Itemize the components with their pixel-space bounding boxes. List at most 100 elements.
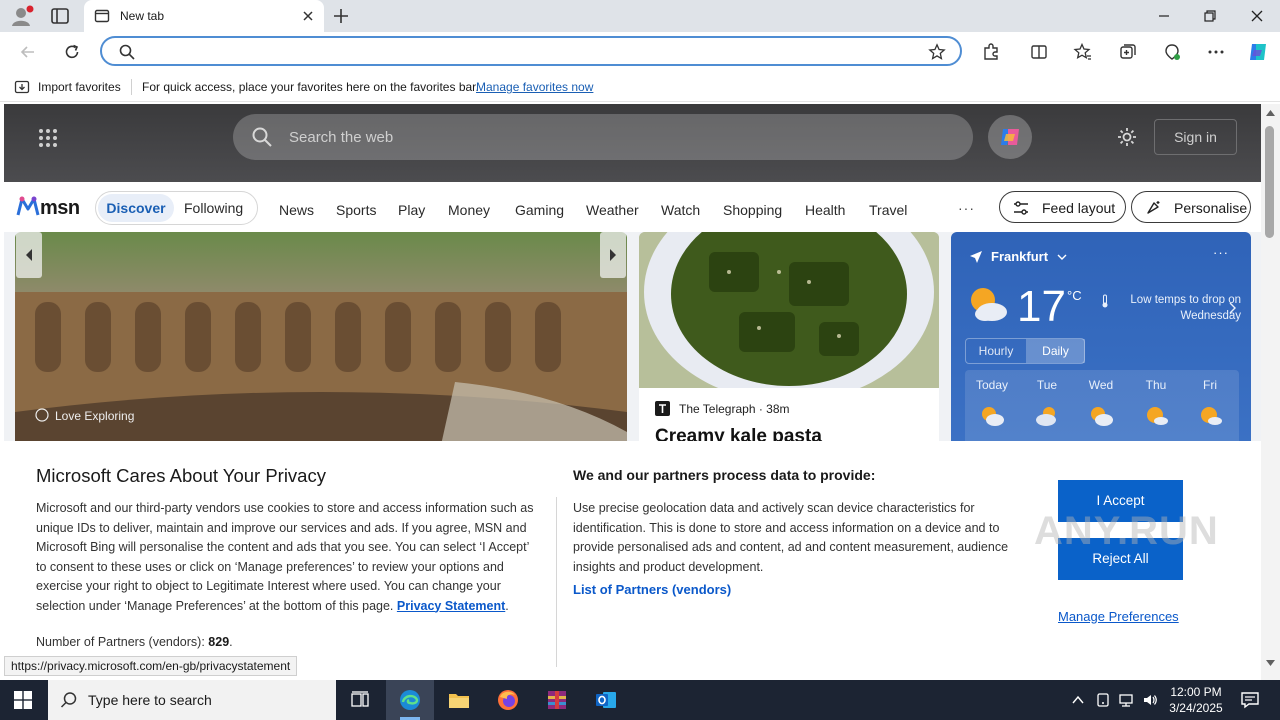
carousel-next-button[interactable]: [600, 232, 626, 278]
notification-icon[interactable]: [1240, 691, 1260, 709]
new-tab-plus-icon[interactable]: [330, 6, 352, 26]
taskbar-clock[interactable]: 12:00 PM 3/24/2025: [1164, 684, 1228, 716]
taskbar-winrar[interactable]: [533, 680, 581, 720]
food-article-card[interactable]: The Telegraph · 38m Creamy kale pasta: [639, 232, 939, 472]
address-input[interactable]: [144, 42, 924, 62]
sign-in-button[interactable]: Sign in: [1154, 119, 1237, 155]
vendors-list-link[interactable]: List of Partners (vendors): [573, 582, 731, 597]
weather-more-options[interactable]: ···: [1213, 245, 1229, 260]
weather-alert[interactable]: Low temps to drop on Wednesday: [1101, 292, 1241, 324]
chevron-right-icon[interactable]: [1227, 302, 1237, 314]
apps-grid-icon[interactable]: [38, 128, 58, 148]
collections-icon[interactable]: [1118, 42, 1138, 62]
browser-essentials-icon[interactable]: [1162, 42, 1182, 62]
chevron-down-icon[interactable]: [1057, 252, 1067, 262]
web-search-box[interactable]: Search the web: [233, 114, 973, 160]
nav-watch[interactable]: Watch: [661, 202, 700, 218]
copilot-button[interactable]: [988, 115, 1032, 159]
taskbar-file-explorer[interactable]: [435, 680, 483, 720]
back-arrow-icon[interactable]: [18, 42, 38, 62]
feed-switcher: Discover Following: [95, 191, 258, 225]
telegraph-logo-icon: [655, 401, 670, 416]
forecast-toggle: Hourly Daily: [965, 338, 1085, 364]
forecast-day-label: Thu: [1145, 378, 1167, 392]
forecast-day[interactable]: Today: [967, 378, 1017, 428]
feed-layout-button[interactable]: Feed layout: [999, 191, 1126, 223]
import-favorites-button[interactable]: Import favorites: [38, 80, 121, 94]
hero-article-card[interactable]: Love Exploring: [15, 232, 627, 472]
taskbar-firefox[interactable]: [484, 680, 532, 720]
publisher-icon: [35, 408, 49, 422]
search-icon: [60, 692, 77, 708]
minimize-icon[interactable]: [1156, 8, 1172, 24]
tab-following[interactable]: Following: [184, 200, 243, 216]
tab-daily[interactable]: Daily: [1026, 339, 1085, 363]
tab-hourly[interactable]: Hourly: [966, 339, 1026, 363]
taskbar-edge[interactable]: [386, 680, 434, 720]
forecast-day[interactable]: Fri: [1185, 378, 1235, 428]
address-bar[interactable]: [100, 36, 962, 66]
copilot-icon[interactable]: [1246, 40, 1270, 64]
personalise-label: Personalise: [1174, 200, 1248, 216]
favbar-divider: [131, 79, 132, 95]
forecast-day[interactable]: Wed: [1076, 378, 1126, 428]
nav-sports[interactable]: Sports: [336, 202, 376, 218]
tab-discover[interactable]: Discover: [98, 194, 174, 222]
nav-money[interactable]: Money: [448, 202, 490, 218]
manage-favorites-link[interactable]: Manage favorites now: [476, 80, 593, 94]
msn-nav: msn Discover Following News Sports Play …: [4, 182, 1261, 232]
tab-new-tab[interactable]: New tab: [84, 0, 324, 32]
partners-label: Number of Partners (vendors):: [36, 635, 205, 649]
hero-source: Love Exploring: [35, 408, 134, 423]
settings-more-icon[interactable]: [1206, 42, 1226, 62]
favorite-star-icon[interactable]: [928, 43, 946, 61]
forecast-day[interactable]: Tue: [1022, 378, 1072, 428]
weather-location[interactable]: Frankfurt: [991, 249, 1048, 264]
profile-avatar-icon[interactable]: [8, 4, 34, 28]
close-window-icon[interactable]: [1249, 8, 1265, 24]
nav-shopping[interactable]: Shopping: [723, 202, 782, 218]
refresh-icon[interactable]: [62, 42, 82, 62]
nav-play[interactable]: Play: [398, 202, 425, 218]
current-temperature: 17: [1017, 282, 1066, 331]
tab-actions-icon[interactable]: [50, 7, 70, 25]
manage-preferences-link[interactable]: Manage Preferences: [1058, 609, 1179, 624]
msn-logo[interactable]: msn: [16, 195, 82, 219]
privacy-statement-link[interactable]: Privacy Statement: [397, 599, 505, 613]
network-icon[interactable]: [1118, 692, 1134, 708]
split-screen-icon[interactable]: [1029, 42, 1049, 62]
favorites-icon[interactable]: [1073, 42, 1093, 62]
favorites-hint: For quick access, place your favorites h…: [142, 80, 479, 94]
nav-news[interactable]: News: [279, 202, 314, 218]
restore-icon[interactable]: [1202, 8, 1218, 24]
scroll-down-icon[interactable]: [1266, 660, 1275, 666]
gear-icon[interactable]: [1116, 126, 1138, 148]
temperature-unit[interactable]: °C: [1067, 288, 1082, 303]
nav-more[interactable]: ···: [958, 200, 975, 216]
extensions-icon[interactable]: [981, 42, 1001, 62]
data-processing-body: Use precise geolocation data and activel…: [573, 501, 1009, 574]
show-hidden-icons-chevron-icon[interactable]: [1070, 692, 1086, 708]
import-favorites-icon[interactable]: [14, 79, 30, 95]
device-icon[interactable]: [1095, 692, 1111, 708]
task-view-button[interactable]: [336, 680, 384, 720]
windows-start-icon[interactable]: [14, 691, 32, 709]
mostly-sunny-icon: [1201, 407, 1222, 425]
forecast-day[interactable]: Thu: [1131, 378, 1181, 428]
close-tab-icon[interactable]: [300, 8, 316, 24]
taskbar-search-box[interactable]: Type here to search: [48, 680, 336, 720]
copilot-logo-icon: [1001, 129, 1019, 145]
scrollbar-thumb[interactable]: [1265, 126, 1274, 238]
nav-travel[interactable]: Travel: [869, 202, 907, 218]
volume-icon[interactable]: [1142, 692, 1158, 708]
weather-card[interactable]: Frankfurt ··· 17 °C Low temps to drop on…: [951, 232, 1251, 472]
nav-gaming[interactable]: Gaming: [515, 202, 564, 218]
personalise-button[interactable]: Personalise: [1131, 191, 1251, 223]
scroll-up-icon[interactable]: [1266, 110, 1275, 116]
page-scrollbar[interactable]: [1261, 104, 1280, 680]
carousel-prev-button[interactable]: [16, 232, 42, 278]
nav-weather[interactable]: Weather: [586, 202, 639, 218]
privacy-body-text: Microsoft and our third-party vendors us…: [36, 501, 534, 613]
nav-health[interactable]: Health: [805, 202, 845, 218]
taskbar-outlook[interactable]: [582, 680, 630, 720]
